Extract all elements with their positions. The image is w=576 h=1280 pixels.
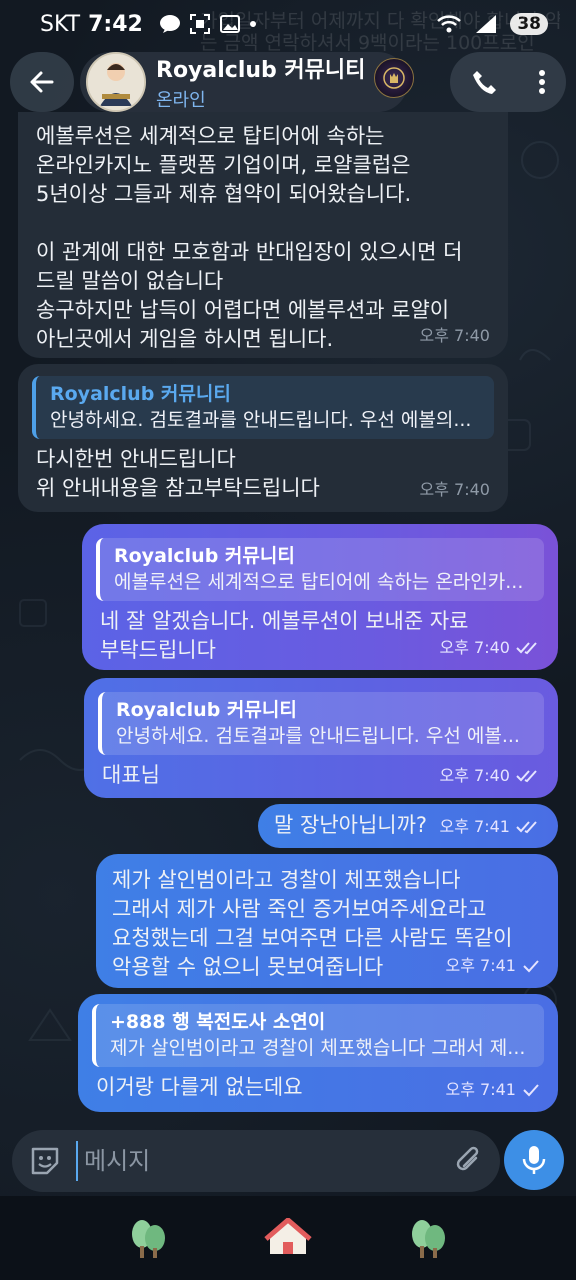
- carrier-label: SKT: [40, 11, 81, 37]
- talk-icon: [159, 15, 180, 33]
- message-bubble[interactable]: 말 장난아닙니까? 오후 7:41: [258, 804, 558, 848]
- message-bubble[interactable]: Royalclub 커뮤니티 에볼루션은 세계적으로 탑티어에 속하는 온라인카…: [82, 524, 558, 670]
- message-time: 오후 7:41: [445, 1080, 516, 1099]
- message-bubble[interactable]: Royalclub 커뮤니티 안녕하세요. 검토결과를 안내드립니다. 우선 에…: [18, 364, 508, 512]
- message-meta: 오후 7:40: [440, 761, 540, 790]
- back-button[interactable]: [10, 52, 74, 112]
- microphone-icon: [522, 1146, 546, 1174]
- reply-snippet: 안녕하세요. 검토결과를 안내드립니다. 우선 에볼...: [116, 725, 520, 747]
- reply-author: Royalclub 커뮤니티: [114, 545, 295, 567]
- message-bubble[interactable]: Royalclub 커뮤니티 안녕하세요. 검토결과를 안내드립니다. 우선 에…: [84, 678, 558, 798]
- reply-snippet: 안녕하세요. 검토결과를 안내드립니다. 우선 에볼의...: [50, 409, 472, 431]
- reply-quote[interactable]: +888 행 복전도사 소연이 제가 살인범이라고 경찰이 체포했습니다 그래서…: [92, 1004, 544, 1067]
- avatar[interactable]: [86, 52, 146, 112]
- message-time: 오후 7:40: [439, 638, 510, 657]
- arrow-left-icon: [30, 71, 54, 93]
- reply-quote[interactable]: Royalclub 커뮤니티 에볼루션은 세계적으로 탑티어에 속하는 온라인카…: [96, 538, 544, 601]
- message-time: 오후 7:40: [419, 326, 490, 345]
- chat-title: Royalclub 커뮤니티: [156, 58, 366, 83]
- message-meta: 오후 7:40: [420, 475, 490, 504]
- chat-header: Royalclub 커뮤니티 온라인: [10, 52, 566, 112]
- message-meta: 오후 7:41: [446, 951, 540, 980]
- reply-quote[interactable]: Royalclub 커뮤니티 안녕하세요. 검토결과를 안내드립니다. 우선 에…: [32, 376, 494, 439]
- message-time: 오후 7:40: [439, 766, 510, 785]
- message-meta: 오후 7:41: [446, 1075, 540, 1104]
- reply-author: +888 행 복전도사 소연이: [110, 1011, 326, 1033]
- ghost-line: 는 금액 연락하셔서 9백이라는 100프로인: [200, 32, 535, 54]
- chat-screen: SKT 7:42 38 가입일자부터 어제까지 다 확인해야 합니다 약해보 는…: [0, 0, 576, 1280]
- header-actions: [450, 52, 566, 112]
- double-check-icon: [516, 769, 537, 782]
- paperclip-icon[interactable]: [454, 1144, 484, 1178]
- phone-icon[interactable]: [470, 68, 498, 96]
- message-time: 오후 7:41: [439, 817, 510, 836]
- avatar-image: [88, 54, 144, 110]
- crown-emblem-icon: [374, 58, 414, 98]
- reply-snippet: 제가 살인범이라고 경찰이 체포했습니다 그래서 제...: [110, 1037, 526, 1059]
- message-bubble[interactable]: 제가 살인범이라고 경찰이 체포했습니다 그래서 제가 사람 죽인 증거보여주세…: [96, 854, 558, 988]
- tree-recent-icon[interactable]: [408, 1216, 448, 1260]
- message-bubble[interactable]: 에볼루션은 세계적으로 탑티어에 속하는 온라인카지노 플랫폼 기업이며, 로얄…: [18, 112, 508, 358]
- message-meta: 오후 7:40: [420, 321, 490, 350]
- online-status: 온라인: [156, 90, 206, 111]
- ghost-line: 가입일자부터 어제까지 다 확인해야 합니다 약해보: [200, 10, 560, 32]
- message-meta: 오후 7:40: [440, 633, 540, 662]
- sticker-icon[interactable]: [28, 1144, 62, 1178]
- more-vertical-icon[interactable]: [537, 68, 547, 96]
- tree-back-icon[interactable]: [128, 1216, 168, 1260]
- message-text: 에볼루션은 세계적으로 탑티어에 속하는 온라인카지노 플랫폼 기업이며, 로얄…: [36, 124, 463, 351]
- message-bubble[interactable]: +888 행 복전도사 소연이 제가 살인범이라고 경찰이 체포했습니다 그래서…: [78, 994, 558, 1112]
- message-input[interactable]: [76, 1141, 454, 1181]
- message-time: 오후 7:41: [445, 956, 516, 975]
- message-time: 오후 7:40: [419, 480, 490, 499]
- voice-record-button[interactable]: [504, 1130, 564, 1190]
- home-icon[interactable]: [264, 1218, 312, 1258]
- reply-quote[interactable]: Royalclub 커뮤니티 안녕하세요. 검토결과를 안내드립니다. 우선 에…: [98, 692, 544, 755]
- reply-author: Royalclub 커뮤니티: [50, 383, 231, 405]
- clock: 7:42: [88, 11, 143, 37]
- composer: [12, 1130, 500, 1192]
- chat-info-button[interactable]: Royalclub 커뮤니티 온라인: [80, 52, 414, 112]
- single-check-icon: [523, 1083, 539, 1096]
- reply-author: Royalclub 커뮤니티: [116, 699, 297, 721]
- message-meta: 오후 7:41: [440, 812, 540, 841]
- system-nav-bar: [0, 1196, 576, 1280]
- double-check-icon: [516, 820, 537, 833]
- double-check-icon: [516, 641, 537, 654]
- reply-snippet: 에볼루션은 세계적으로 탑티어에 속하는 온라인카...: [114, 571, 524, 593]
- single-check-icon: [523, 959, 539, 972]
